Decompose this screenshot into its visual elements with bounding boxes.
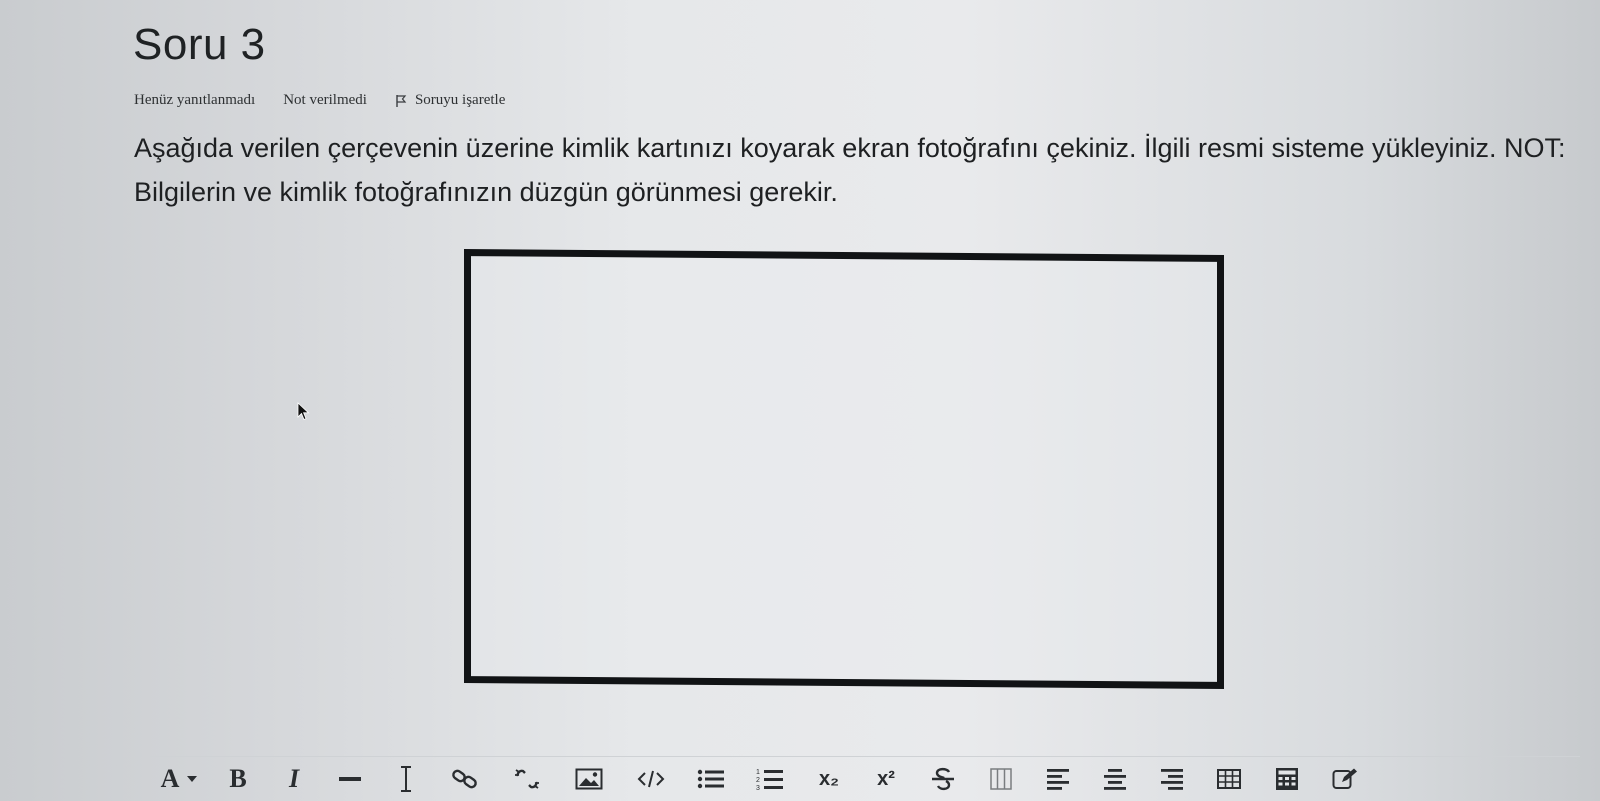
image-icon [575, 768, 603, 790]
code-icon [637, 770, 665, 788]
question-info-row: Henüz yanıtlanmadı Not verilmedi Soruyu … [134, 92, 533, 109]
horizontal-rule-icon [339, 777, 361, 781]
chevron-down-icon [187, 776, 198, 782]
calculator-button[interactable] [1258, 763, 1316, 795]
subscript-button[interactable]: x₂ [800, 763, 858, 795]
question-grade: Not verilmedi [283, 92, 367, 108]
mouse-cursor-icon [297, 402, 310, 421]
italic-label: I [288, 764, 300, 793]
flag-icon [396, 94, 407, 107]
subscript-label: x₂ [818, 767, 839, 790]
horizontal-rule-button[interactable] [322, 763, 378, 795]
italic-button[interactable]: I [266, 763, 322, 795]
font-color-button[interactable]: A [150, 763, 210, 795]
numbered-list-icon: 1 2 3 [756, 769, 783, 791]
insert-image-button[interactable] [558, 763, 620, 795]
link-button[interactable] [434, 763, 496, 795]
code-button[interactable] [620, 763, 682, 795]
svg-text:3: 3 [756, 785, 760, 791]
unlink-icon [515, 769, 539, 789]
superscript-label: x² [877, 767, 895, 790]
link-icon [452, 769, 477, 789]
text-cursor-icon [401, 766, 411, 792]
columns-button[interactable] [972, 763, 1030, 795]
superscript-button[interactable]: x² [858, 763, 914, 795]
align-left-icon [1047, 769, 1069, 790]
question-text: Aşağıda verilen çerçevenin üzerine kimli… [134, 133, 1566, 207]
align-center-icon [1104, 769, 1126, 790]
table-icon [1217, 769, 1241, 789]
flag-question-link[interactable]: Soruyu işaretle [395, 92, 505, 109]
calculator-icon [1276, 768, 1298, 790]
question-status: Henüz yanıtlanmadı [134, 92, 256, 108]
svg-text:1: 1 [756, 769, 760, 776]
align-right-button[interactable] [1144, 763, 1200, 795]
text-cursor-button[interactable] [378, 763, 434, 795]
bold-button[interactable]: B [210, 763, 266, 795]
id-card-frame [464, 249, 1224, 689]
svg-text:2: 2 [756, 777, 760, 784]
edit-icon [1332, 768, 1357, 789]
font-color-label: A [160, 764, 180, 793]
align-right-icon [1161, 769, 1183, 790]
edit-button[interactable] [1316, 763, 1374, 795]
bold-label: B [229, 764, 247, 793]
unlink-button[interactable] [496, 763, 558, 795]
columns-icon [990, 768, 1012, 790]
bullet-list-icon [697, 769, 724, 789]
strikethrough-button[interactable] [914, 763, 972, 795]
align-center-button[interactable] [1086, 763, 1144, 795]
flag-question-label: Soruyu işaretle [414, 92, 506, 108]
strikethrough-icon [932, 767, 954, 791]
numbered-list-button[interactable]: 1 2 3 [740, 763, 800, 795]
bullet-list-button[interactable] [682, 763, 740, 795]
question-page: Soru 3 Henüz yanıtlanmadı Not verilmedi … [0, 0, 1600, 800]
align-left-button[interactable] [1030, 763, 1086, 795]
editor-toolbar: A B I 1 2 3 x₂ x² [150, 756, 1580, 801]
question-title: Soru 3 [133, 20, 266, 69]
table-button[interactable] [1200, 763, 1258, 795]
